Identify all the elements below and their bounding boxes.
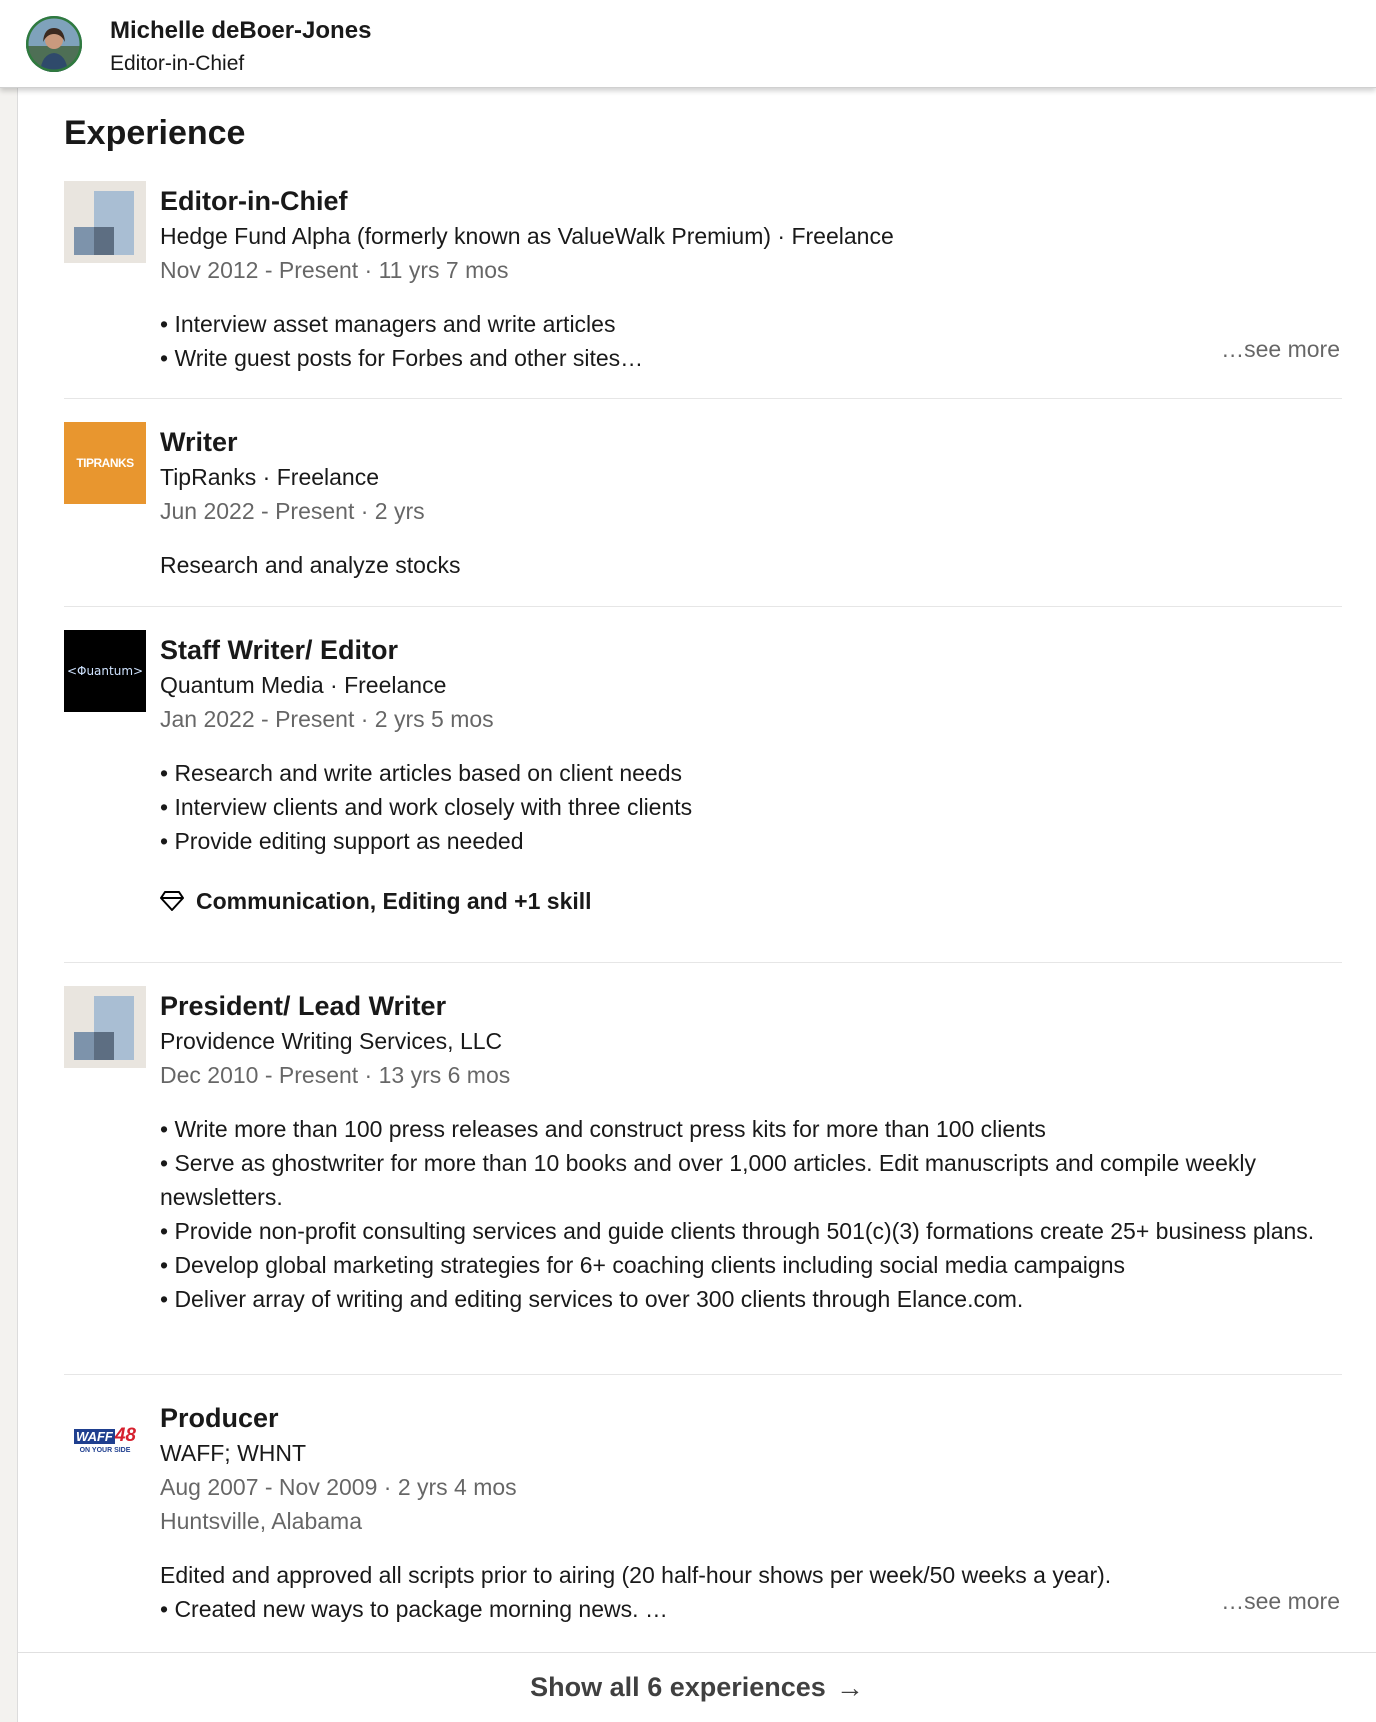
logo-text: ON YOUR SIDE [79, 1446, 131, 1454]
job-title: Editor-in-Chief [160, 186, 348, 216]
divider [64, 398, 1342, 399]
description-line: Research and analyze stocks [160, 552, 461, 578]
description-line: • Interview clients and work closely wit… [160, 794, 693, 820]
see-more-button[interactable]: …see more [1221, 1584, 1340, 1618]
description-line: • Deliver array of writing and editing s… [160, 1286, 1024, 1312]
show-all-experiences-button[interactable]: Show all 6 experiences → [18, 1652, 1376, 1722]
see-more-button[interactable]: …see more [1221, 332, 1340, 366]
description-line: Edited and approved all scripts prior to… [160, 1562, 1112, 1588]
description-line: • Write guest posts for Forbes and other… [160, 345, 644, 371]
skills-link[interactable]: Communication, Editing and +1 skill [160, 884, 1342, 918]
experience-item: <Φuantum> Staff Writer/ Editor Quantum M… [64, 630, 1342, 930]
job-description: • Interview asset managers and write art… [160, 307, 1342, 375]
company-name: TipRanks · Freelance [160, 464, 380, 490]
job-description: Edited and approved all scripts prior to… [160, 1558, 1342, 1626]
experience-item: TIPRANKS Writer TipRanks · Freelance Jun… [64, 422, 1342, 582]
experience-section: Experience Editor-in-Chief Hedge Fund Al… [17, 86, 1376, 1722]
description-line: • Write more than 100 press releases and… [160, 1116, 1046, 1142]
skills-text: Communication, Editing and +1 skill [196, 888, 592, 914]
logo-text: 48 [114, 1424, 136, 1446]
location: Huntsville, Alabama [160, 1508, 362, 1534]
date-range: Jan 2022 - Present · 2 yrs 5 mos [160, 706, 494, 732]
company-name: WAFF; WHNT [160, 1440, 307, 1466]
description-line: • Provide editing support as needed [160, 828, 524, 854]
date-range: Dec 2010 - Present · 13 yrs 6 mos [160, 1062, 511, 1088]
description-line: • Develop global marketing strategies fo… [160, 1252, 1125, 1278]
quantum-media-logo[interactable]: <Φuantum> [64, 630, 146, 712]
logo-text: TIPRANKS [76, 456, 134, 470]
divider [64, 962, 1342, 963]
job-title: President/ Lead Writer [160, 991, 447, 1021]
date-range: Jun 2022 - Present · 2 yrs [160, 498, 425, 524]
job-description: Research and analyze stocks [160, 548, 1342, 582]
placeholder-company-icon[interactable] [64, 986, 146, 1068]
description-line: • Provide non-profit consulting services… [160, 1218, 1315, 1244]
section-title: Experience [64, 114, 246, 152]
diamond-icon [160, 891, 184, 911]
date-range: Aug 2007 - Nov 2009 · 2 yrs 4 mos [160, 1474, 517, 1500]
description-line: • Created new ways to package morning ne… [160, 1596, 668, 1622]
date-range: Nov 2012 - Present · 11 yrs 7 mos [160, 257, 509, 283]
company-name: Providence Writing Services, LLC [160, 1028, 503, 1054]
tipranks-logo[interactable]: TIPRANKS [64, 422, 146, 504]
experience-item: WAFF 48 ON YOUR SIDE Producer WAFF; WHNT… [64, 1398, 1342, 1622]
logo-text: <Φuantum> [66, 664, 144, 678]
logo-text: WAFF [74, 1428, 115, 1444]
description-line: • Serve as ghostwriter for more than 10 … [160, 1150, 1256, 1210]
job-title: Staff Writer/ Editor [160, 635, 399, 665]
profile-sticky-header: Michelle deBoer-Jones Editor-in-Chief [0, 0, 1376, 88]
show-all-label: Show all 6 experiences [530, 1672, 826, 1702]
company-name: Quantum Media · Freelance [160, 672, 447, 698]
description-line: • Interview asset managers and write art… [160, 311, 616, 337]
job-title: Writer [160, 427, 238, 457]
avatar[interactable] [26, 16, 82, 72]
experience-item: Editor-in-Chief Hedge Fund Alpha (former… [64, 181, 1342, 371]
placeholder-company-icon[interactable] [64, 181, 146, 263]
experience-item: President/ Lead Writer Providence Writin… [64, 986, 1342, 1336]
description-line: • Research and write articles based on c… [160, 760, 683, 786]
divider [64, 606, 1342, 607]
arrow-right-icon: → [835, 1671, 864, 1703]
waff48-logo[interactable]: WAFF 48 ON YOUR SIDE [64, 1398, 146, 1480]
profile-headline: Editor-in-Chief [110, 52, 245, 75]
job-title: Producer [160, 1403, 279, 1433]
job-description: • Write more than 100 press releases and… [160, 1112, 1342, 1316]
avatar-photo [26, 16, 82, 72]
company-name: Hedge Fund Alpha (formerly known as Valu… [160, 223, 894, 249]
profile-name[interactable]: Michelle deBoer-Jones [110, 17, 371, 45]
job-description: • Research and write articles based on c… [160, 756, 1342, 858]
divider [64, 1374, 1342, 1375]
